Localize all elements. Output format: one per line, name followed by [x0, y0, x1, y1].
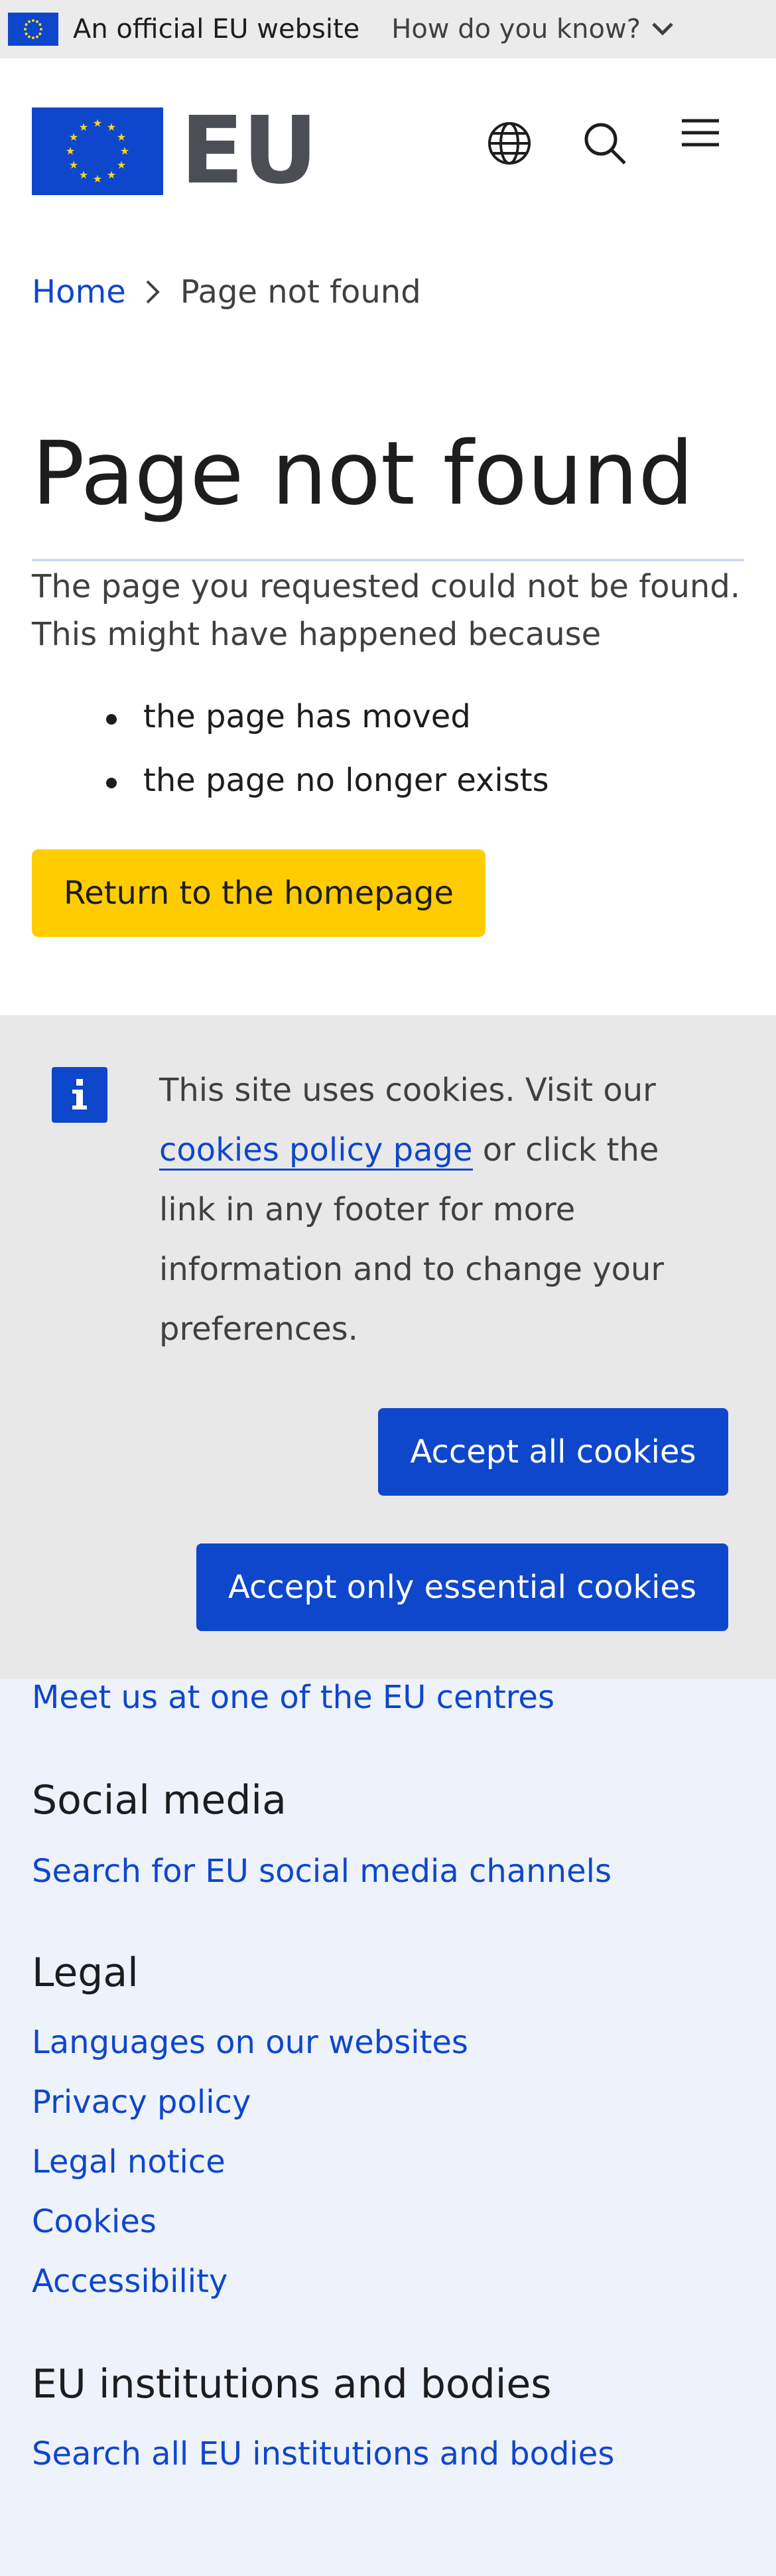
- institutions-link[interactable]: Search all EU institutions and bodies: [32, 2435, 614, 2472]
- chevron-right-icon: [145, 279, 161, 305]
- accept-essential-cookies-button[interactable]: Accept only essential cookies: [196, 1543, 728, 1631]
- chevron-down-icon: [652, 23, 673, 36]
- svg-text:★: ★: [93, 117, 102, 129]
- svg-text:★: ★: [107, 169, 116, 181]
- svg-text:★: ★: [79, 169, 88, 181]
- search-button[interactable]: [578, 117, 631, 170]
- institutions-heading: EU institutions and bodies: [32, 2361, 552, 2407]
- breadcrumb-current: Page not found: [180, 273, 421, 311]
- svg-text:★: ★: [107, 121, 116, 133]
- site-header: ★ ★ ★ ★ ★ ★ ★ ★ ★ ★ ★ ★ EU: [0, 58, 776, 244]
- cookie-banner: This site uses cookies. Visit our cookie…: [0, 1015, 776, 1679]
- eu-flag-logo: ★ ★ ★ ★ ★ ★ ★ ★ ★ ★ ★ ★: [32, 107, 163, 195]
- eu-centres-link[interactable]: Meet us at one of the EU centres: [32, 1679, 554, 1716]
- return-homepage-button[interactable]: Return to the homepage: [32, 849, 485, 937]
- svg-text:★: ★: [117, 131, 126, 143]
- list-item: the page no longer exists: [32, 760, 549, 824]
- svg-text:★: ★: [93, 173, 102, 185]
- legal-heading: Legal: [32, 1950, 139, 1996]
- svg-text:★: ★: [117, 159, 126, 171]
- list-item: the page has moved: [32, 697, 549, 760]
- language-button[interactable]: [483, 117, 536, 170]
- privacy-policy-link[interactable]: Privacy policy: [32, 2084, 251, 2121]
- eu-logo-text: EU: [180, 97, 318, 205]
- eu-logo-link[interactable]: ★ ★ ★ ★ ★ ★ ★ ★ ★ ★ ★ ★ EU: [32, 97, 318, 205]
- globe-icon: [488, 122, 531, 165]
- site-footer: Meet us at one of the EU centres Social …: [0, 1679, 776, 2576]
- languages-link[interactable]: Languages on our websites: [32, 2024, 468, 2061]
- social-media-link[interactable]: Search for EU social media channels: [32, 1853, 612, 1890]
- breadcrumb: Home Page not found: [32, 273, 421, 311]
- cookie-message: This site uses cookies. Visit our cookie…: [159, 1060, 703, 1359]
- title-divider: [32, 559, 744, 561]
- svg-text:★: ★: [69, 159, 78, 171]
- menu-button[interactable]: [674, 106, 727, 159]
- svg-text:★: ★: [79, 121, 88, 133]
- official-website-label: An official EU website: [73, 14, 360, 44]
- eu-flag-icon: [8, 13, 58, 46]
- cookies-policy-link[interactable]: cookies policy page: [159, 1131, 473, 1171]
- svg-text:★: ★: [66, 145, 75, 157]
- legal-notice-link[interactable]: Legal notice: [32, 2143, 226, 2181]
- hamburger-menu-icon: [682, 119, 719, 147]
- accessibility-link[interactable]: Accessibility: [32, 2263, 227, 2300]
- official-eu-band: An official EU website How do you know?: [0, 0, 776, 58]
- breadcrumb-home-link[interactable]: Home: [32, 273, 126, 311]
- info-icon: [52, 1067, 107, 1123]
- how-do-you-know-label: How do you know?: [391, 14, 641, 44]
- accept-all-cookies-button[interactable]: Accept all cookies: [378, 1408, 728, 1496]
- svg-text:★: ★: [69, 131, 78, 143]
- svg-text:★: ★: [120, 145, 129, 157]
- reasons-list: the page has moved the page no longer ex…: [32, 697, 549, 824]
- page-title: Page not found: [32, 423, 694, 525]
- cookies-link[interactable]: Cookies: [32, 2203, 157, 2240]
- cookie-text-start: This site uses cookies. Visit our: [159, 1072, 656, 1109]
- social-media-heading: Social media: [32, 1777, 287, 1824]
- search-icon: [584, 123, 626, 165]
- intro-text: The page you requested could not be foun…: [32, 568, 741, 653]
- how-do-you-know-toggle[interactable]: How do you know?: [391, 14, 674, 44]
